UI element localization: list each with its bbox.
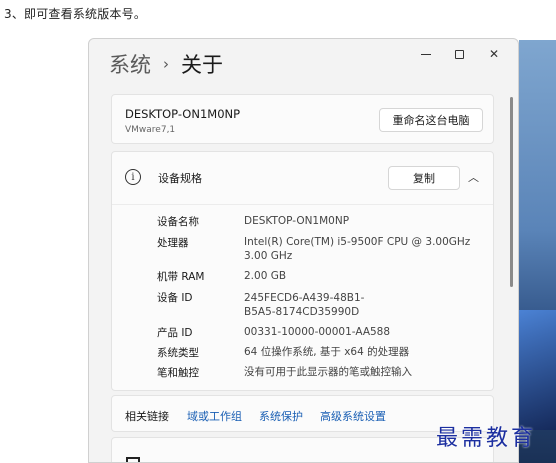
spec-value-device-name: DESKTOP-ON1M0NP	[244, 215, 350, 227]
device-specs-title: 设备规格	[158, 172, 202, 185]
spec-label-product-id: 产品 ID	[157, 327, 193, 339]
link-advanced-settings[interactable]: 高级系统设置	[320, 408, 386, 424]
step-caption: 3、即可查看系统版本号。	[4, 7, 147, 21]
spec-value-device-id-2: B5A5-8174CD35990D	[244, 306, 360, 318]
windows-icon	[126, 457, 140, 462]
link-system-protection[interactable]: 系统保护	[259, 408, 303, 424]
spec-value-processor-speed: 3.00 GHz	[244, 250, 293, 262]
spec-label-ram: 机带 RAM	[157, 271, 205, 283]
breadcrumb-chevron-icon: ›	[163, 55, 169, 73]
spec-label-device-name: 设备名称	[157, 216, 199, 228]
device-card: DESKTOP-ON1M0NP VMware7,1 重命名这台电脑	[111, 94, 494, 144]
device-specs-header[interactable]: i 设备规格 复制 ︿	[112, 152, 493, 205]
spec-value-processor: Intel(R) Core(TM) i5-9500F CPU @ 3.00GHz	[244, 236, 471, 248]
close-button[interactable]: ✕	[479, 43, 509, 65]
desktop-background	[519, 40, 556, 463]
minimize-icon	[421, 53, 431, 55]
spec-value-ram: 2.00 GB	[244, 270, 287, 282]
spec-label-system-type: 系统类型	[157, 347, 199, 359]
related-links-label: 相关链接	[125, 410, 169, 423]
link-domain-workgroup[interactable]: 域或工作组	[187, 408, 242, 424]
spec-value-system-type: 64 位操作系统, 基于 x64 的处理器	[244, 346, 410, 358]
spec-label-device-id: 设备 ID	[157, 292, 193, 304]
minimize-button[interactable]	[411, 43, 441, 65]
maximize-button[interactable]	[444, 43, 474, 65]
spec-value-device-id: 245FECD6-A439-48B1-	[244, 292, 365, 304]
spec-label-pen-touch: 笔和触控	[157, 367, 199, 379]
page-title: 关于	[181, 53, 223, 77]
rename-pc-button[interactable]: 重命名这台电脑	[379, 108, 483, 132]
spec-value-pen-touch: 没有可用于此显示器的笔或触控输入	[244, 366, 412, 378]
chevron-up-icon[interactable]: ︿	[468, 169, 479, 185]
device-model: VMware7,1	[125, 125, 176, 135]
maximize-icon	[454, 49, 464, 59]
close-icon: ✕	[488, 47, 500, 61]
spec-value-product-id: 00331-10000-00001-AA588	[244, 326, 391, 338]
info-icon: i	[125, 169, 141, 185]
watermark-logo: 最需教育	[436, 426, 537, 451]
device-name: DESKTOP-ON1M0NP	[125, 107, 241, 121]
scrollbar[interactable]	[510, 97, 513, 287]
spec-label-processor: 处理器	[157, 237, 189, 249]
breadcrumb-parent[interactable]: 系统	[109, 49, 151, 79]
settings-window: 系统 › 关于 ✕ DESKTOP-ON1M0NP VMware7,1 重命名这…	[88, 38, 519, 463]
device-specs-card: i 设备规格 复制 ︿ 设备名称 DESKTOP-ON1M0NP 处理器 Int…	[111, 151, 494, 391]
breadcrumb: 系统 › 关于	[109, 49, 223, 79]
copy-button[interactable]: 复制	[388, 166, 460, 190]
